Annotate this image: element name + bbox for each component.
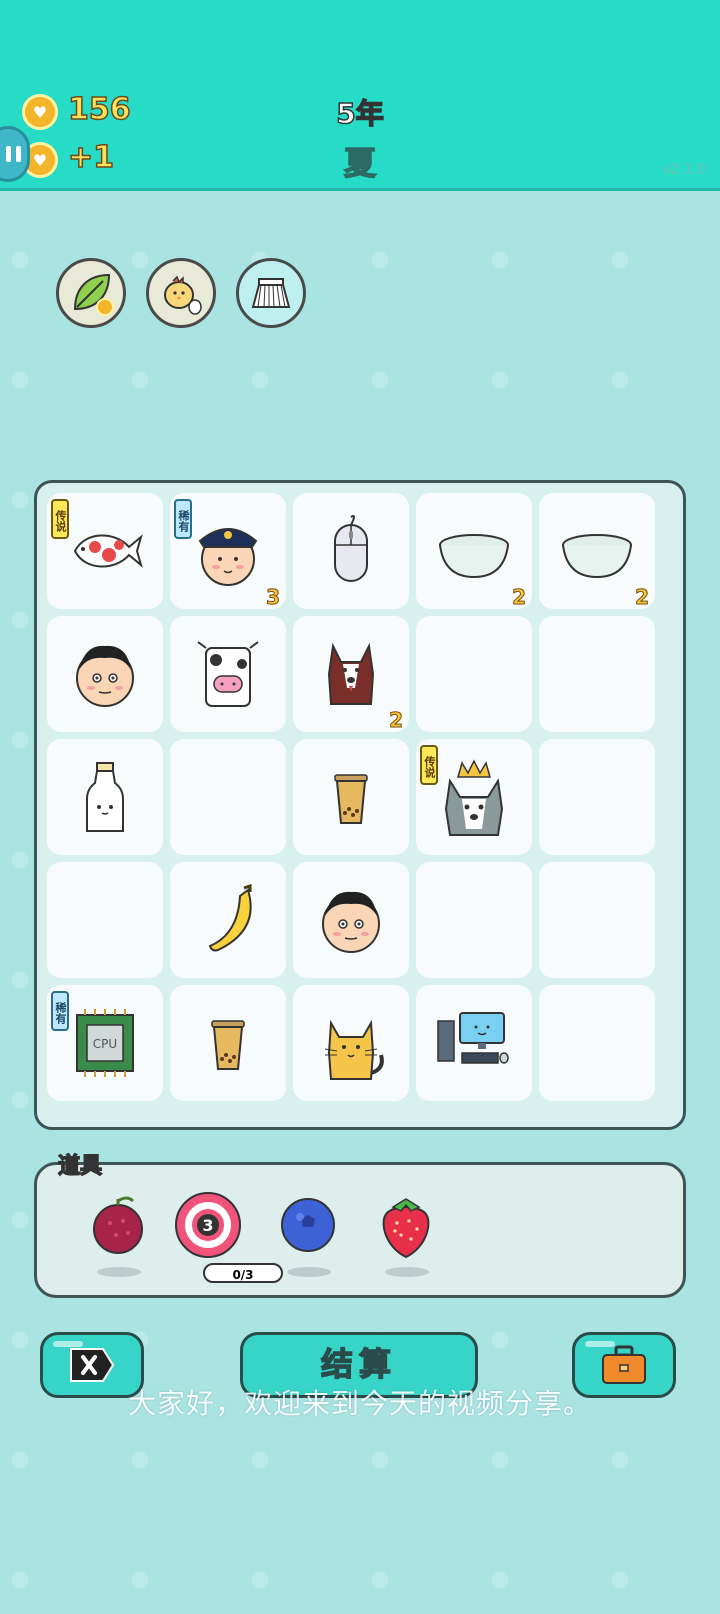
board-cell[interactable] [293, 862, 409, 978]
computer-mouse-icon [334, 515, 368, 582]
board-cell[interactable]: CPU 稀有 [47, 985, 163, 1101]
rarity-tag: 传说 [51, 499, 69, 539]
chick-icon [164, 275, 202, 315]
coin-rate: +1 [67, 139, 115, 176]
board-cell[interactable] [170, 862, 286, 978]
bowl-icon [562, 534, 632, 579]
stack-count: 2 [512, 585, 527, 610]
board-cell[interactable] [170, 985, 286, 1101]
svg-text:CPU: CPU [93, 1037, 117, 1051]
board-cell[interactable]: 传说 [47, 493, 163, 609]
board-cell[interactable]: 2 [416, 493, 532, 610]
briefcase-icon [602, 1345, 646, 1384]
board-cell[interactable]: 稀有 3 [170, 493, 286, 610]
item-lychee[interactable] [83, 1191, 153, 1277]
board-cell[interactable] [539, 985, 655, 1101]
skirt-tool-button[interactable] [236, 258, 306, 328]
rarity-tag: 传说 [420, 745, 438, 785]
board-cell[interactable] [293, 739, 409, 855]
version-label: v2.1.0 [662, 162, 706, 178]
items-panel: 3 0/3 [34, 1162, 686, 1298]
item-target[interactable]: 3 [173, 1191, 243, 1271]
police-officer-icon [198, 528, 258, 586]
item-blueberry[interactable] [273, 1191, 343, 1277]
board-cell[interactable] [293, 985, 409, 1101]
pause-button[interactable] [0, 126, 30, 182]
rarity-tag: 稀有 [174, 499, 192, 539]
stack-count: 2 [635, 585, 650, 610]
board-cell[interactable] [47, 739, 163, 855]
cat-icon [324, 1019, 384, 1080]
coin-count: 156 [67, 91, 131, 128]
board-cell[interactable]: 2 [539, 493, 655, 610]
board-cell[interactable] [293, 493, 409, 609]
koi-fish-icon [73, 534, 143, 568]
cow-icon [197, 641, 259, 707]
bubble-tea-icon [334, 774, 368, 824]
skirt-icon [251, 278, 291, 308]
leaf-tool-button[interactable] [56, 258, 126, 328]
stack-count: 3 [266, 585, 281, 610]
blueberry-icon [281, 1198, 335, 1252]
banana-icon [208, 883, 252, 952]
chick-tool-button[interactable] [146, 258, 216, 328]
board-cell[interactable] [47, 862, 163, 978]
target-progress: 0/3 [203, 1263, 283, 1283]
man-face-icon [76, 645, 134, 707]
desktop-computer-icon [437, 1012, 509, 1064]
board-cell[interactable]: 2 [293, 616, 409, 733]
husky-dog-icon [327, 642, 375, 705]
husky-king-icon [444, 759, 504, 836]
milk-bottle-icon [86, 762, 124, 832]
items-label: 道具 [57, 1153, 103, 1179]
item-strawberry[interactable] [371, 1191, 441, 1277]
season-label: 夏 [343, 143, 377, 183]
board-cell[interactable]: 传说 [416, 739, 532, 855]
bubble-tea-icon [211, 1020, 245, 1070]
rarity-tag: 稀有 [51, 991, 69, 1031]
year-label: 5年 [336, 96, 385, 131]
board-cell[interactable] [170, 616, 286, 732]
board-cell[interactable] [539, 616, 655, 732]
game-board: 传说 稀有 3 2 2 2 传说 CPU 稀有 [34, 480, 686, 1130]
target-badge: 3 [202, 1216, 213, 1235]
board-cell[interactable] [47, 616, 163, 732]
cpu-chip-icon: CPU [76, 1009, 134, 1077]
board-cell[interactable] [416, 862, 532, 978]
leaf-icon [73, 273, 114, 316]
board-cell[interactable] [416, 985, 532, 1101]
video-subtitle: 大家好，欢迎来到今天的视频分享。 [127, 1387, 592, 1420]
close-icon [70, 1348, 115, 1382]
stack-count: 2 [389, 708, 404, 733]
board-cell[interactable] [170, 739, 286, 855]
target-icon: 3 [175, 1192, 241, 1258]
coin-icon: ♥ [22, 94, 58, 130]
man-face-icon [322, 891, 380, 953]
lychee-icon [93, 1196, 143, 1254]
board-cell[interactable] [539, 739, 655, 855]
board-cell[interactable] [416, 616, 532, 732]
top-bar: ♥ 156 ♥ +1 5年 夏 v2.1.0 [0, 0, 720, 191]
board-cell[interactable] [539, 862, 655, 978]
bowl-icon [439, 534, 509, 579]
strawberry-icon [382, 1198, 430, 1259]
